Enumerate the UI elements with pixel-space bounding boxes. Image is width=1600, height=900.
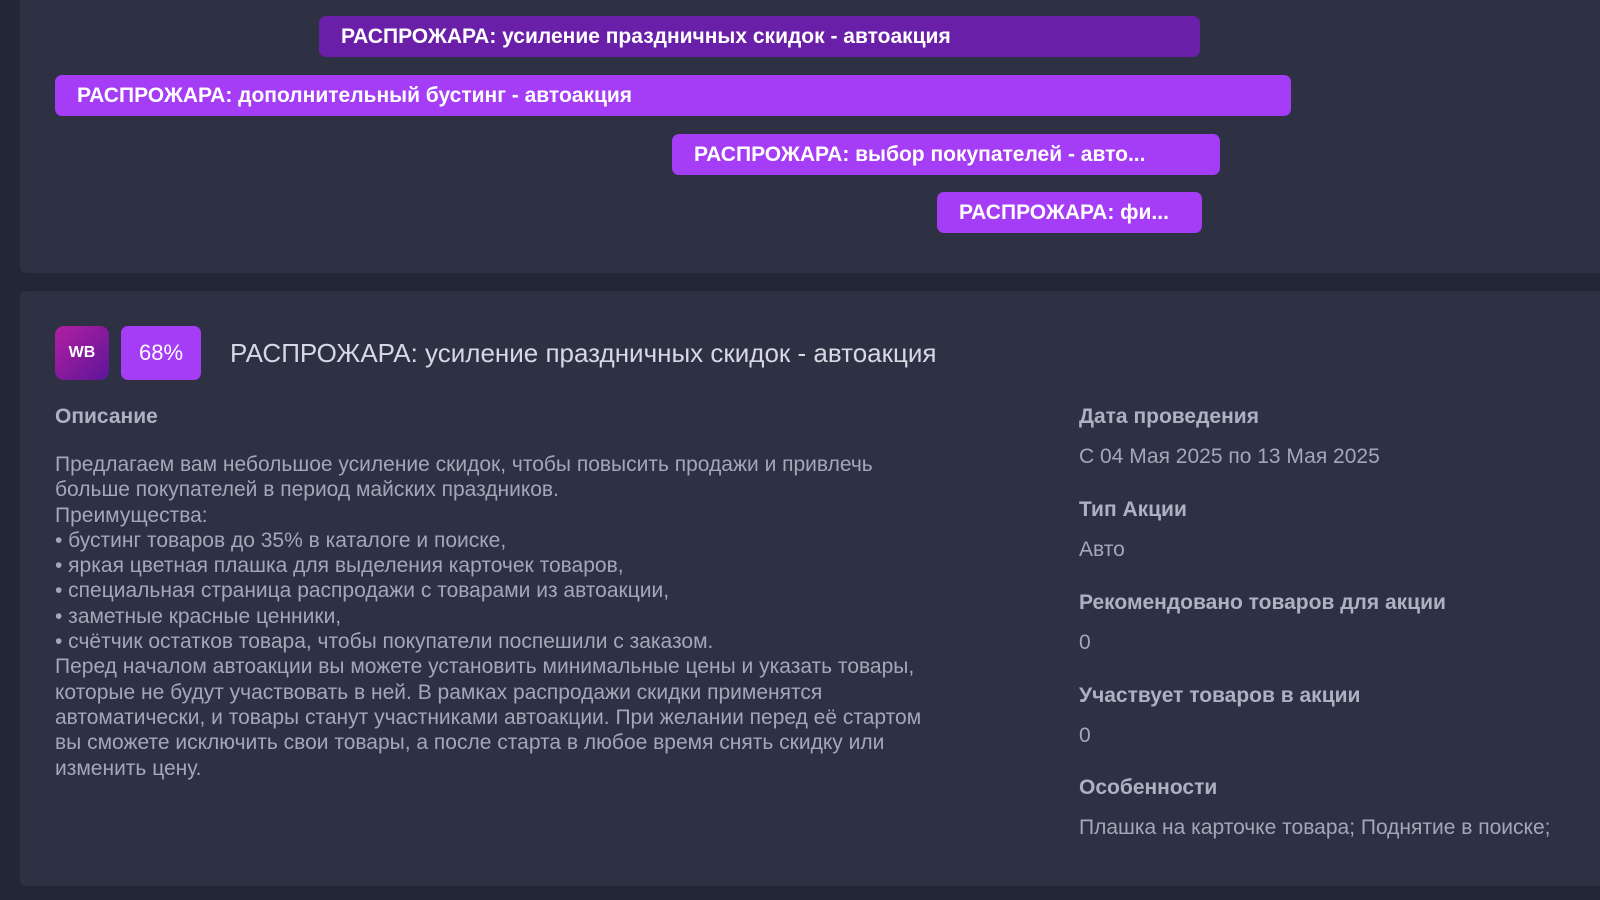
promo-title: РАСПРОЖАРА: усиление праздничных скидок … bbox=[230, 337, 937, 368]
description-line: • счётчик остатков товара, чтобы покупат… bbox=[55, 630, 714, 654]
description-line: • бустинг товаров до 35% в каталоге и по… bbox=[55, 528, 507, 552]
date-value: С 04 Мая 2025 по 13 Мая 2025 bbox=[1079, 445, 1380, 468]
timeline-bar-holiday-discounts[interactable]: РАСПРОЖАРА: усиление праздничных скидок … bbox=[319, 16, 1200, 57]
description-line: вы сможете исключить свои товары, а посл… bbox=[55, 731, 885, 755]
description-text: Предлагаем вам небольшое усиление скидок… bbox=[55, 452, 1055, 781]
recommended-value: 0 bbox=[1079, 631, 1091, 654]
description-line: автоматически, и товары станут участника… bbox=[55, 705, 922, 729]
description-line: • специальная страница распродажи с това… bbox=[55, 579, 670, 603]
timeline-bar-final[interactable]: РАСПРОЖАРА: фи... bbox=[937, 192, 1202, 233]
timeline-bar-extra-boosting[interactable]: РАСПРОЖАРА: дополнительный бустинг - авт… bbox=[55, 75, 1291, 116]
description-line: Преимущества: bbox=[55, 503, 208, 527]
promo-timeline-panel: РАСПРОЖАРА: усиление праздничных скидок … bbox=[20, 0, 1600, 273]
date-label: Дата проведения bbox=[1079, 405, 1259, 428]
timeline-bar-buyers-choice[interactable]: РАСПРОЖАРА: выбор покупателей - авто... bbox=[672, 134, 1220, 175]
description-line: изменить цену. bbox=[55, 756, 202, 780]
participating-value: 0 bbox=[1079, 724, 1091, 747]
participating-label: Участвует товаров в акции bbox=[1079, 684, 1361, 707]
discount-badge: 68% bbox=[121, 326, 202, 380]
features-value: Плашка на карточке товара; Поднятие в по… bbox=[1079, 816, 1551, 839]
promo-header: WB 68% РАСПРОЖАРА: усиление праздничных … bbox=[55, 326, 937, 380]
description-line: больше покупателей в период майских праз… bbox=[55, 478, 559, 502]
promo-detail-panel: WB 68% РАСПРОЖАРА: усиление праздничных … bbox=[20, 291, 1600, 886]
description-line: • заметные красные ценники, bbox=[55, 604, 342, 628]
promo-type-value: Авто bbox=[1079, 538, 1125, 561]
promo-type-label: Тип Акции bbox=[1079, 498, 1187, 521]
wb-logo: WB bbox=[55, 326, 109, 380]
description-label: Описание bbox=[55, 405, 158, 428]
description-line: которые не будут участвовать в ней. В ра… bbox=[55, 680, 823, 704]
recommended-label: Рекомендовано товаров для акции bbox=[1079, 591, 1446, 614]
description-line: • яркая цветная плашка для выделения кар… bbox=[55, 554, 624, 578]
description-line: Предлагаем вам небольшое усиление скидок… bbox=[55, 453, 873, 476]
description-line: Перед началом автоакции вы можете устано… bbox=[55, 655, 915, 679]
features-label: Особенности bbox=[1079, 776, 1218, 799]
